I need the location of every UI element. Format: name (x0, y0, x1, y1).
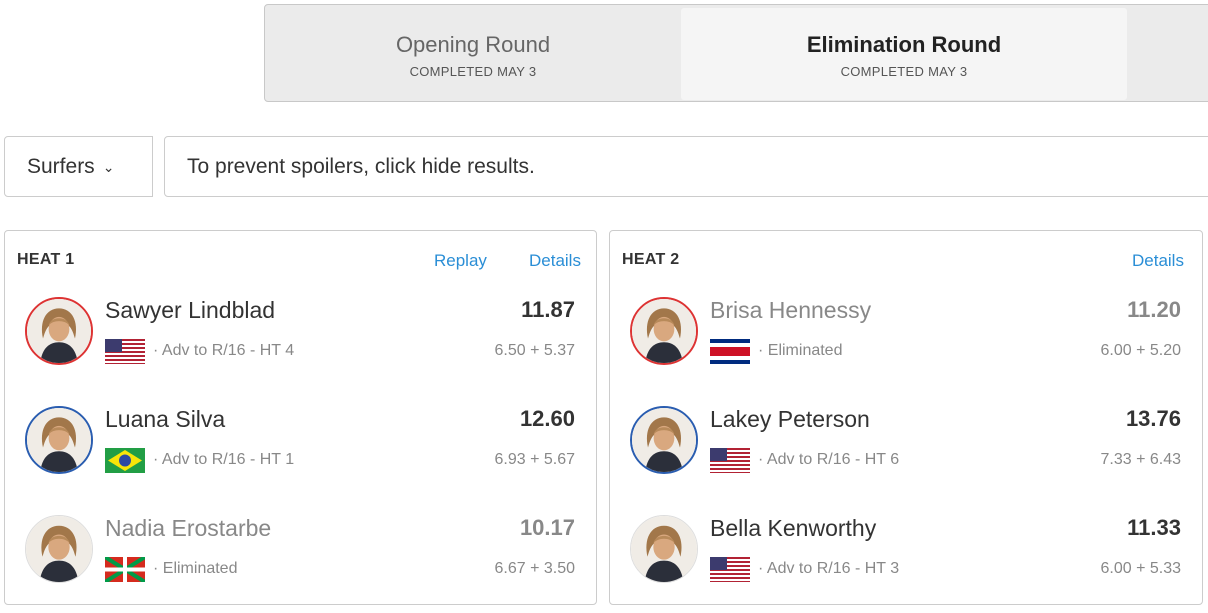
surfer-avatar (25, 406, 93, 474)
surfers-dropdown-label: Surfers (27, 155, 95, 178)
surfer-row[interactable]: Brisa Hennessy 11.20 · Eliminated 6.00 +… (610, 297, 1202, 387)
surfer-name: Luana Silva (105, 406, 226, 432)
surfer-name: Brisa Hennessy (710, 297, 872, 323)
heat-card-1: HEAT 1 Replay Details Sawyer Lindblad 11… (4, 230, 597, 605)
heat-total-score: 11.87 (521, 297, 575, 322)
costa-rica-flag-icon (710, 339, 750, 364)
round-title: Elimination Round (806, 32, 1002, 57)
heat-total-score: 13.76 (1125, 406, 1181, 431)
surfer-name: Nadia Erostarbe (105, 515, 272, 541)
surfer-name: Sawyer Lindblad (105, 297, 276, 323)
surfer-row[interactable]: Luana Silva 12.60 · Adv to R/16 - HT 1 6… (5, 406, 596, 496)
usa-flag-icon (710, 557, 750, 582)
spoiler-notice: To prevent spoilers, click hide results. (164, 136, 1208, 197)
tab-opening-round[interactable]: Opening Round COMPLETED MAY 3 (265, 8, 681, 100)
wave-scores: 6.93 + 5.67 (494, 451, 575, 468)
round-tabs: Opening Round COMPLETED MAY 3 Eliminatio… (264, 4, 1208, 102)
advancement-status: · Adv to R/16 - HT 1 (153, 451, 295, 468)
wave-scores: 7.33 + 6.43 (1100, 451, 1181, 468)
wave-scores: 6.50 + 5.37 (494, 342, 575, 359)
heat-total-score: 12.60 (519, 406, 575, 431)
heat-total-score: 11.20 (1127, 297, 1181, 322)
surfer-avatar (630, 297, 698, 365)
round-status: COMPLETED MAY 3 (409, 64, 537, 79)
advancement-status: · Eliminated (153, 560, 238, 577)
spoiler-text: To prevent spoilers, click hide results. (187, 155, 535, 178)
round-status: COMPLETED MAY 3 (840, 64, 968, 79)
surfer-row[interactable]: Bella Kenworthy 11.33 · Adv to R/16 - HT… (610, 515, 1202, 605)
details-link[interactable]: Details (529, 251, 581, 271)
details-link[interactable]: Details (1132, 251, 1184, 271)
surfer-name: Bella Kenworthy (710, 515, 877, 541)
surfer-name: Lakey Peterson (710, 406, 870, 432)
surfer-avatar (25, 297, 93, 365)
advancement-status: · Adv to R/16 - HT 4 (153, 342, 295, 359)
surfer-avatar (25, 515, 93, 583)
heat-title: HEAT 1 (17, 251, 75, 268)
wave-scores: 6.00 + 5.33 (1100, 560, 1181, 577)
surfer-row[interactable]: Sawyer Lindblad 11.87 · Adv to R/16 - HT… (5, 297, 596, 387)
tab-elimination-round[interactable]: Elimination Round COMPLETED MAY 3 (681, 8, 1127, 100)
heat-total-score: 11.33 (1127, 515, 1181, 540)
surfer-row[interactable]: Nadia Erostarbe 10.17 · Eliminated 6.67 … (5, 515, 596, 605)
heat-card-2: HEAT 2 Details Brisa Hennessy 11.20 · El… (609, 230, 1203, 605)
advancement-status: · Adv to R/16 - HT 3 (758, 560, 900, 577)
replay-link[interactable]: Replay (434, 251, 487, 271)
wave-scores: 6.67 + 3.50 (494, 560, 575, 577)
basque-flag-icon (105, 557, 145, 582)
heat-total-score: 10.17 (519, 515, 575, 540)
wave-scores: 6.00 + 5.20 (1100, 342, 1181, 359)
brazil-flag-icon (105, 448, 145, 473)
round-title: Opening Round (395, 32, 551, 57)
filter-bar: Surfers ⌄ To prevent spoilers, click hide… (4, 136, 1208, 197)
usa-flag-icon (105, 339, 145, 364)
surfers-dropdown[interactable]: Surfers ⌄ (4, 136, 153, 197)
surfer-avatar (630, 515, 698, 583)
usa-flag-icon (710, 448, 750, 473)
heat-title: HEAT 2 (622, 251, 680, 268)
advancement-status: · Eliminated (758, 342, 843, 359)
surfer-avatar (630, 406, 698, 474)
surfer-row[interactable]: Lakey Peterson 13.76 · Adv to R/16 - HT … (610, 406, 1202, 496)
chevron-down-icon: ⌄ (102, 159, 115, 176)
advancement-status: · Adv to R/16 - HT 6 (758, 451, 900, 468)
